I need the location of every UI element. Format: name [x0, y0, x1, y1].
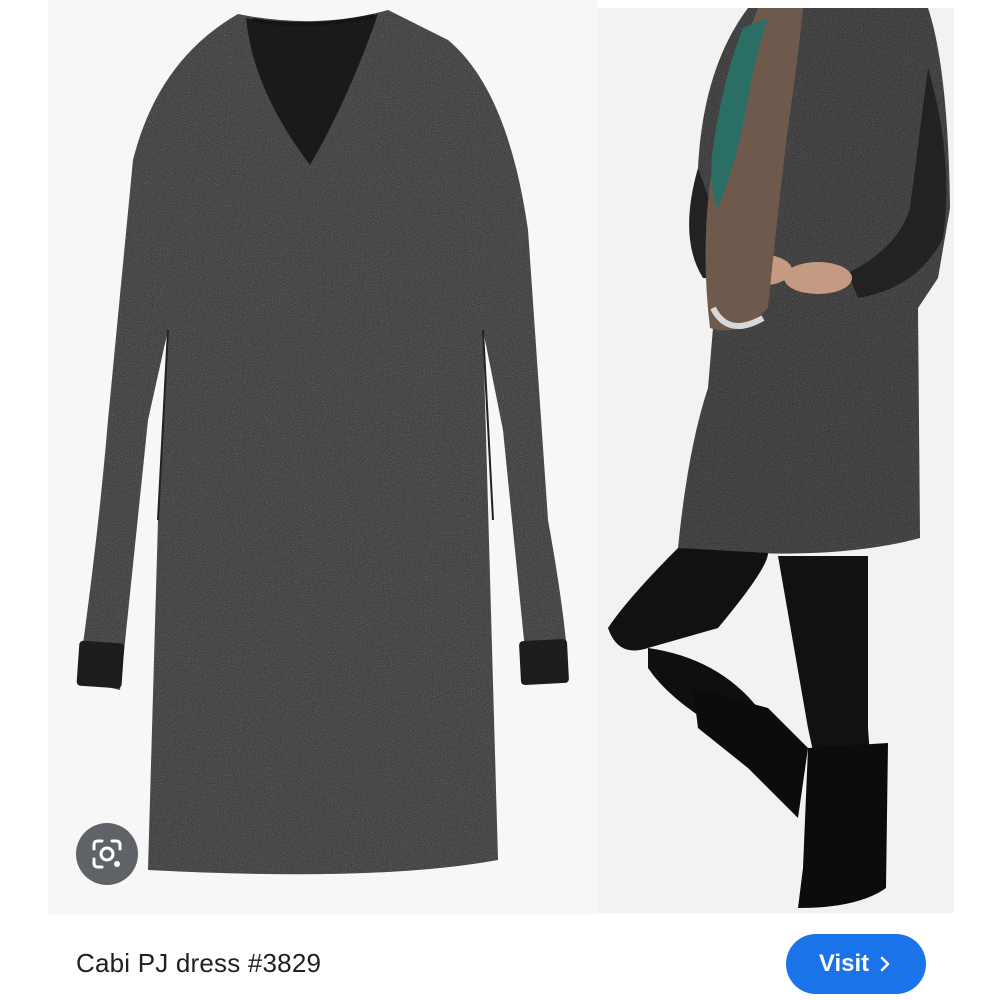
result-title[interactable]: Cabi PJ dress #3829: [76, 948, 321, 979]
google-lens-button[interactable]: [76, 823, 138, 885]
product-image-left[interactable]: [48, 0, 598, 915]
image-result-card: Cabi PJ dress #3829 Visit: [48, 0, 954, 1000]
chevron-right-icon: [880, 956, 890, 972]
dress-flat-lay-image: [76, 10, 569, 875]
product-image-right[interactable]: [598, 8, 954, 913]
visit-button[interactable]: Visit: [786, 934, 926, 994]
visit-button-label: Visit: [818, 950, 870, 977]
google-lens-icon: [92, 839, 122, 869]
dress-on-model-image: [608, 8, 950, 908]
